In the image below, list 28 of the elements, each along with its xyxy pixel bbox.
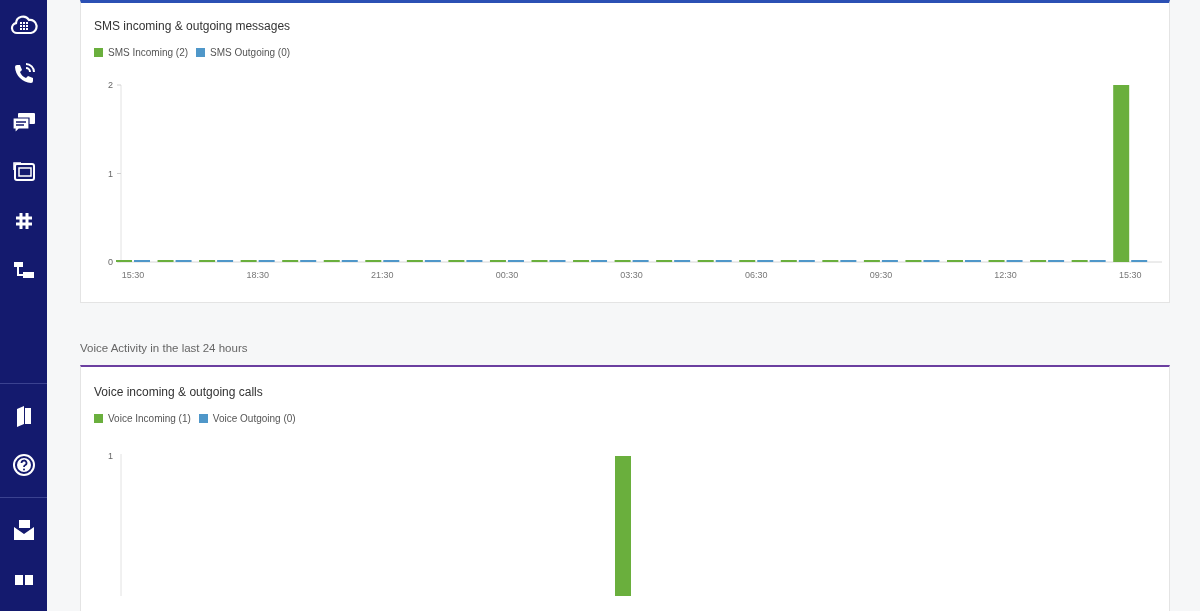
x-tick-label: 15:30 — [1118, 270, 1142, 280]
legend-label[interactable]: SMS Outgoing (0) — [210, 45, 291, 60]
legend-label[interactable]: Voice Outgoing (0) — [212, 411, 296, 427]
x-tick-label: 06:30 — [745, 270, 768, 280]
mail-icon[interactable] — [12, 519, 35, 541]
x-tick-label: 03:30 — [620, 270, 643, 280]
cloud-grid-icon[interactable] — [9, 13, 38, 37]
x-tick-label: 21:30 — [371, 270, 394, 280]
y-tick-label: 2 — [108, 80, 113, 90]
y-tick-label: 0 — [108, 257, 113, 267]
hashtag-icon[interactable] — [13, 211, 34, 231]
y-tick-label: 1 — [108, 168, 113, 179]
legend-label[interactable]: SMS Incoming (2) — [108, 45, 189, 60]
chat-icon[interactable] — [11, 112, 36, 134]
x-tick-label: 00:30 — [495, 270, 519, 280]
card-title: Voice incoming & outgoing calls — [94, 384, 264, 402]
grid-icon[interactable] — [13, 573, 34, 585]
x-tick-label: 09:30 — [869, 270, 893, 280]
x-tick-label: 15:30 — [121, 270, 145, 280]
x-tick-label: 18:30 — [246, 270, 269, 280]
screen-icon[interactable] — [12, 162, 35, 182]
x-tick-label: 12:30 — [994, 270, 1017, 280]
legend-label[interactable]: Voice Incoming (1) — [108, 411, 191, 427]
hierarchy-icon[interactable] — [12, 260, 35, 280]
y-tick-label: 1 — [108, 451, 113, 462]
help-icon[interactable] — [11, 453, 36, 477]
card-title: SMS incoming & outgoing messages — [94, 18, 292, 35]
section-heading: Voice Activity in the last 24 hours — [80, 341, 249, 356]
